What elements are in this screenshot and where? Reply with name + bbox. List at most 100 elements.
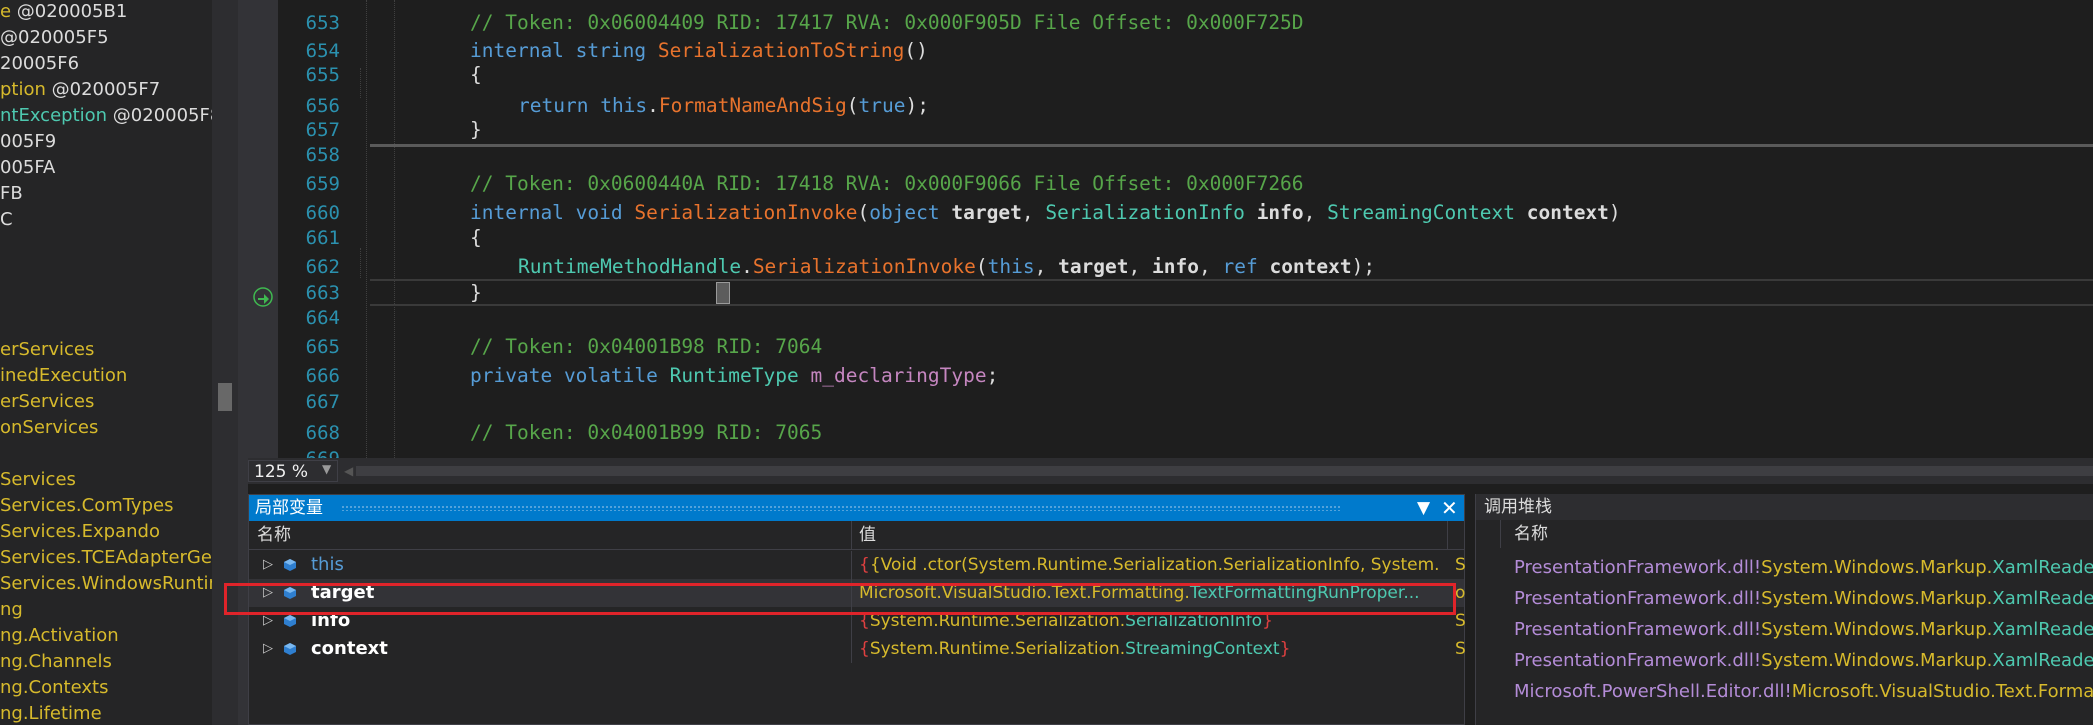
tree-node[interactable]: Services.Expando: [0, 519, 160, 545]
call-stack-title[interactable]: 调用堆栈: [1476, 494, 2093, 520]
tree-node-label: ng.Activation: [0, 625, 119, 646]
line-number: 667: [305, 391, 340, 413]
call-stack-frame[interactable]: PresentationFramework.dll!System.Windows…: [1514, 646, 2093, 676]
expand-arrow-icon[interactable]: ▷: [263, 635, 273, 663]
tree-node[interactable]: 005F9: [0, 129, 56, 155]
call-stack-frame[interactable]: PresentationFramework.dll!System.Windows…: [1514, 553, 2093, 583]
tree-node-label: ntException: [0, 105, 108, 126]
expand-arrow-icon[interactable]: ▷: [263, 551, 273, 579]
tree-node-label: e: [0, 1, 12, 22]
tree-node[interactable]: Services.WindowsRuntime: [0, 571, 212, 597]
line-number: 656: [305, 95, 340, 117]
tree-node[interactable]: erServices: [0, 389, 94, 415]
code-editor[interactable]: 653 654 655 656 657 658 659 660 661 662 …: [248, 0, 2093, 458]
code-line-657: }: [470, 118, 482, 141]
horizontal-scrollbar[interactable]: [356, 466, 2093, 476]
line-number: 655: [305, 64, 340, 86]
tree-node[interactable]: @020005F5: [0, 25, 109, 51]
tree-node-label: erServices: [0, 391, 95, 412]
line-number: 653: [305, 12, 340, 34]
variable-name: context: [311, 638, 388, 659]
close-icon[interactable]: ✕: [1441, 495, 1458, 521]
tree-scrollbar-thumb[interactable]: [218, 383, 232, 411]
code-comment: // Token: 0x04001B99 RID: 7065: [470, 421, 823, 444]
column-header-name[interactable]: 名称: [1514, 520, 1548, 548]
call-stack-frame[interactable]: Microsoft.PowerShell.Editor.dll!Microsof…: [1514, 677, 2093, 707]
line-number: 668: [305, 422, 340, 444]
locals-column-headers: 名称 值: [249, 521, 1464, 550]
variable-type: S: [1455, 611, 1466, 631]
line-number: 658: [305, 144, 340, 166]
tree-node[interactable]: 20005F6: [0, 51, 79, 77]
field-cube-icon: [284, 559, 296, 571]
tree-node-label: erServices: [0, 339, 95, 360]
column-divider[interactable]: [1447, 521, 1448, 549]
tree-node-token: 005F9: [0, 131, 57, 152]
window-position-dropdown-icon[interactable]: ▼: [1417, 495, 1430, 521]
tree-node[interactable]: ng.Contexts: [0, 675, 108, 701]
code-line-655: {: [470, 63, 482, 86]
code-line-661: {: [470, 226, 482, 249]
tree-node[interactable]: ng.Channels: [0, 649, 112, 675]
locals-title-bar[interactable]: 局部变量 ▼ ✕: [249, 495, 1464, 521]
code-line-654: internal string SerializationToString(): [470, 39, 928, 62]
line-number: 662: [305, 256, 340, 278]
tree-node-label: Services.ComTypes: [0, 495, 174, 516]
tree-node[interactable]: ng.Lifetime: [0, 701, 102, 725]
tree-node[interactable]: onServices: [0, 415, 98, 441]
field-cube-icon: [284, 615, 296, 627]
variable-type: S: [1455, 555, 1466, 575]
call-stack-frame[interactable]: PresentationFramework.dll!System.Windows…: [1514, 615, 2093, 645]
call-stack-frame[interactable]: PresentationFramework.dll!System.Windows…: [1514, 584, 2093, 614]
tree-node[interactable]: 005FA: [0, 155, 55, 181]
tree-node-label: ng.Lifetime: [0, 703, 102, 724]
tree-node[interactable]: Services: [0, 467, 76, 493]
column-divider[interactable]: [851, 521, 852, 549]
tree-node[interactable]: ption @020005F7: [0, 77, 160, 103]
tree-node[interactable]: inedExecution: [0, 363, 127, 389]
member-separator: [370, 144, 2093, 147]
call-stack-column-headers: 名称: [1476, 520, 2093, 548]
tree-node[interactable]: erServices: [0, 337, 94, 363]
line-number: 660: [305, 202, 340, 224]
code-line-666: private volatile RuntimeType m_declaring…: [470, 364, 999, 387]
field-cube-icon: [284, 643, 296, 655]
column-header-value[interactable]: 值: [859, 521, 876, 549]
tree-node[interactable]: ng.Activation: [0, 623, 119, 649]
indent-guide: [360, 68, 361, 98]
tree-node[interactable]: FB: [0, 181, 23, 207]
tree-node[interactable]: C: [0, 207, 13, 233]
tree-node[interactable]: Services.ComTypes: [0, 493, 173, 519]
locals-title: 局部变量: [255, 498, 323, 518]
tree-node-token: 20005F6: [0, 53, 80, 74]
locals-row[interactable]: ▷ context {System.Runtime.Serialization.…: [249, 635, 1466, 663]
scroll-left-icon[interactable]: ◀: [344, 464, 353, 478]
variable-type: o: [1455, 583, 1466, 603]
line-number: 663: [305, 282, 340, 304]
assembly-tree[interactable]: e @020005B1 @020005F5 20005F6 ption @020005…: [0, 0, 212, 725]
title-grip: [341, 505, 1341, 511]
locals-row[interactable]: ▷ this {{Void .ctor(System.Runtime.Seria…: [249, 551, 1466, 579]
column-divider[interactable]: [1500, 520, 1501, 548]
tree-node[interactable]: Services.TCEAdapterGen: [0, 545, 212, 571]
tree-scrollbar[interactable]: [212, 0, 238, 725]
tree-node-token: @020005F5: [0, 27, 109, 48]
tree-node-token: FB: [0, 183, 23, 204]
tree-node-label: ng.Contexts: [0, 677, 109, 698]
variable-value: {{Void .ctor(System.Runtime.Serializatio…: [859, 555, 1439, 575]
tree-node-label: Services.Expando: [0, 521, 160, 542]
indent-guide: [394, 0, 395, 458]
chevron-down-icon[interactable]: ▼: [322, 462, 331, 476]
tree-node[interactable]: ng: [0, 597, 23, 623]
panel-splitter[interactable]: [238, 0, 248, 725]
tree-node-label: Services.TCEAdapterGen: [0, 547, 212, 568]
column-divider: [851, 551, 852, 579]
tree-node[interactable]: ntException @020005F8: [0, 103, 212, 129]
tree-node-token: @020005F8: [107, 105, 212, 126]
line-number: 664: [305, 307, 340, 329]
tree-node-label: Services.WindowsRuntime: [0, 573, 212, 594]
line-number: 657: [305, 119, 340, 141]
column-header-name[interactable]: 名称: [257, 521, 291, 549]
tree-node[interactable]: e @020005B1: [0, 0, 127, 25]
annotation-highlight-box: [224, 583, 1456, 615]
